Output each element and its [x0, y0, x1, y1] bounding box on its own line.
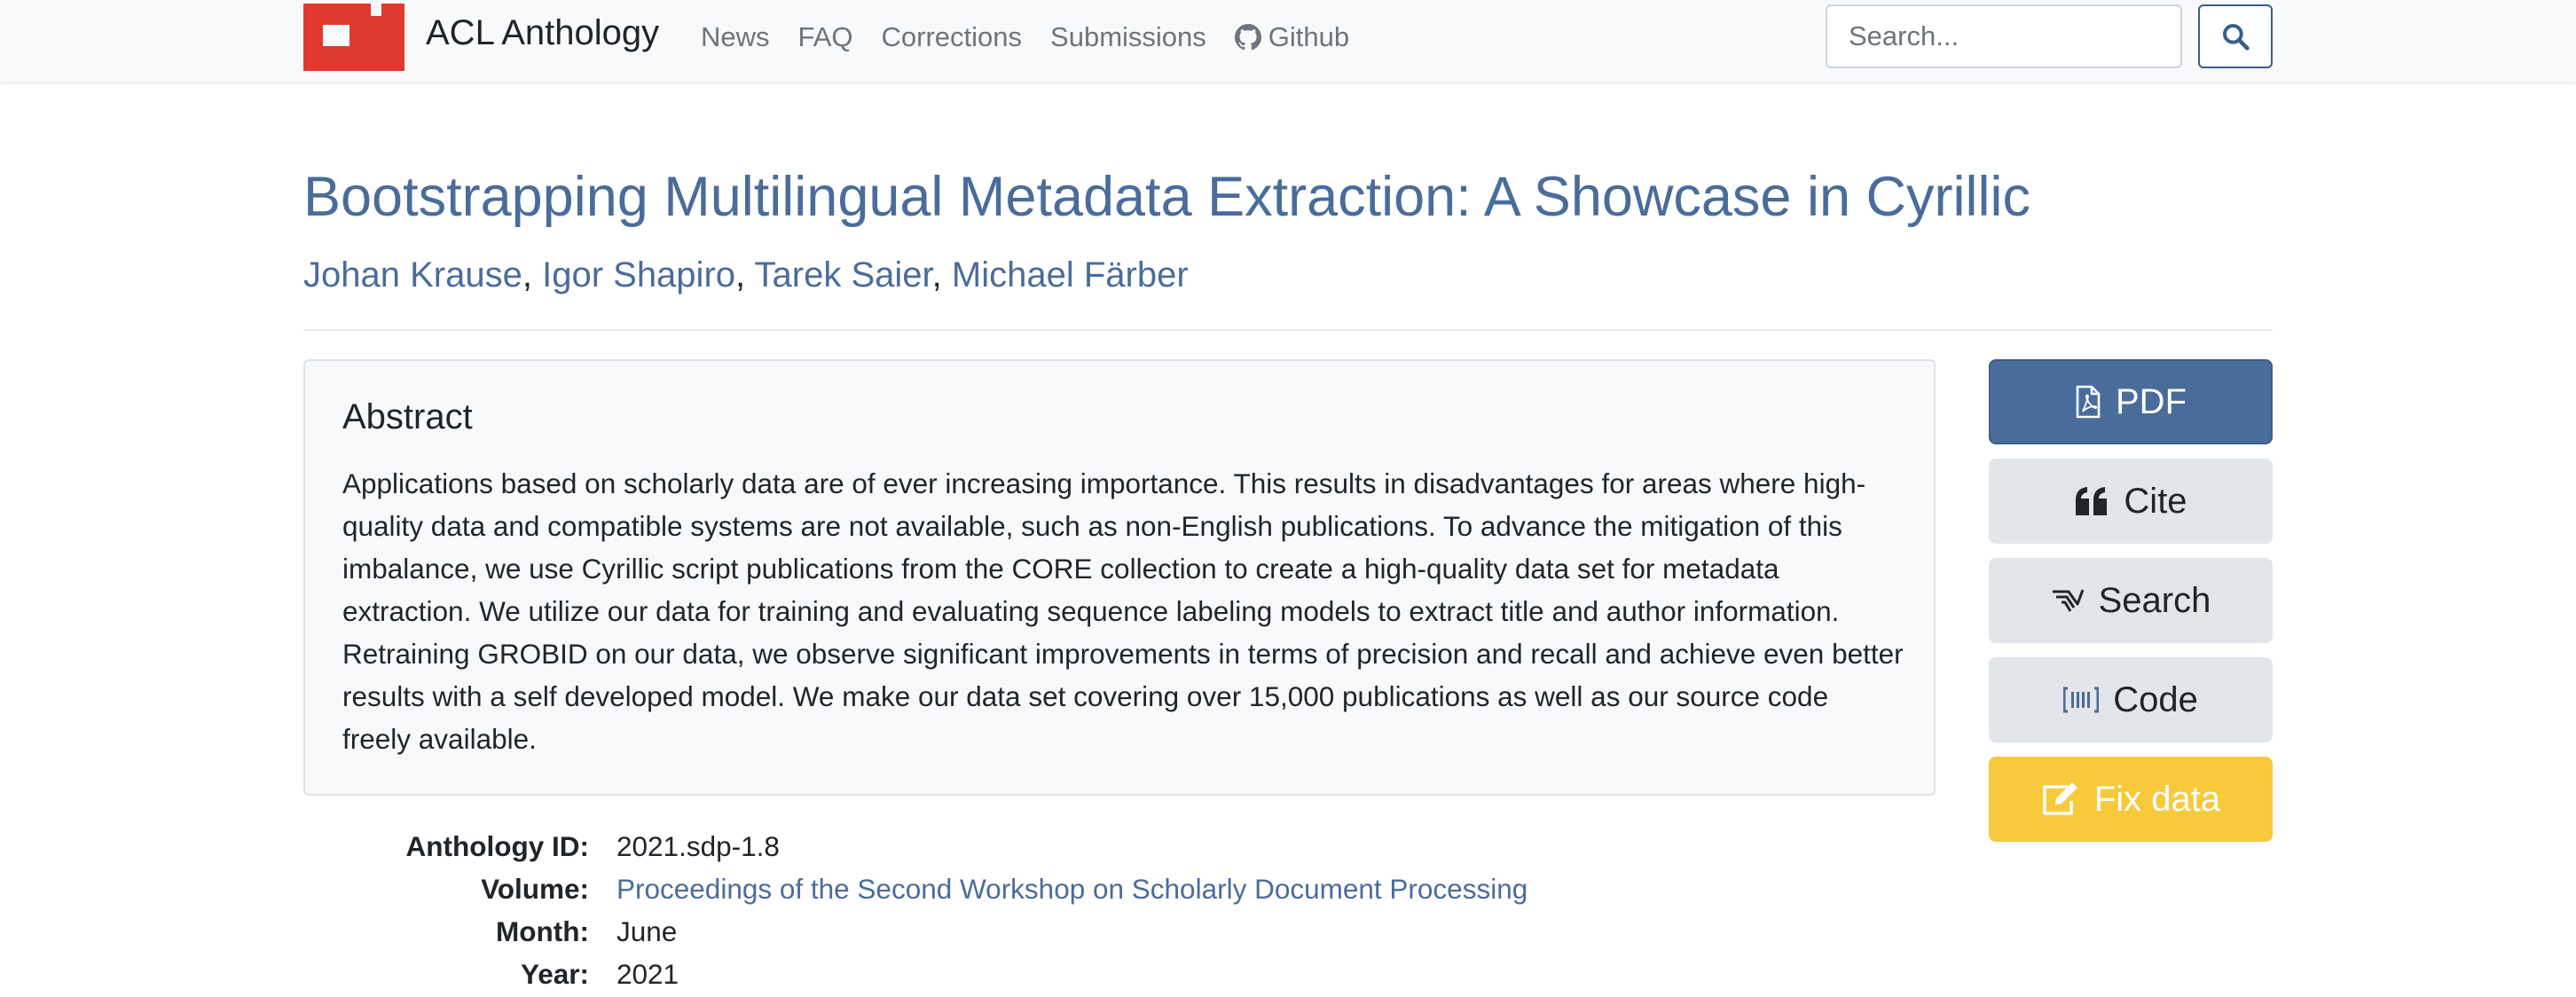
- search-input[interactable]: [1826, 4, 2182, 68]
- acl-logo-icon[interactable]: [303, 4, 404, 71]
- divider: [303, 329, 2273, 331]
- detail-value: June: [617, 915, 678, 947]
- edit-icon: [2043, 782, 2077, 815]
- detail-label: Anthology ID:: [405, 830, 589, 862]
- nav-faq[interactable]: FAQ: [798, 16, 853, 59]
- volume-link[interactable]: Proceedings of the Second Workshop on Sc…: [617, 867, 1528, 910]
- abstract-heading: Abstract: [342, 397, 473, 436]
- fix-data-button[interactable]: Fix data: [1989, 757, 2273, 842]
- detail-value: 2021.sdp-1.8: [617, 830, 780, 862]
- cite-button-label: Cite: [2124, 481, 2187, 521]
- detail-label: Year:: [520, 958, 589, 990]
- detail-row-volume: Volume: Proceedings of the Second Worksh…: [303, 867, 1900, 910]
- nav-github[interactable]: Github: [1234, 16, 1350, 59]
- papers-with-code-icon: [2063, 687, 2100, 713]
- semantic-search-button[interactable]: Search: [1989, 558, 2273, 643]
- github-icon: [1234, 24, 1261, 51]
- search-button-label: Search: [2098, 580, 2211, 620]
- search-button[interactable]: [2198, 4, 2273, 68]
- quote-left-icon: [2076, 487, 2108, 515]
- detail-row-anthology-id: Anthology ID: 2021.sdp-1.8: [303, 825, 1900, 867]
- nav-corrections[interactable]: Corrections: [882, 16, 1023, 59]
- magnifier-icon: [2223, 23, 2250, 51]
- cite-button[interactable]: Cite: [1989, 459, 2273, 544]
- detail-row-year: Year: 2021: [303, 953, 1900, 995]
- detail-label: Month:: [496, 915, 589, 947]
- code-button[interactable]: Code: [1989, 657, 2273, 742]
- abstract-card: Abstract Applications based on scholarly…: [303, 359, 1936, 796]
- fix-data-button-label: Fix data: [2093, 779, 2221, 819]
- author-link[interactable]: Michael Färber: [952, 255, 1189, 294]
- semantic-scholar-icon: [2052, 589, 2085, 612]
- nav-news[interactable]: News: [701, 16, 770, 59]
- author-list: Johan Krause, Igor Shapiro, Tarek Saier,…: [303, 255, 1189, 294]
- author-link[interactable]: Igor Shapiro: [542, 255, 735, 294]
- paper-title: Bootstrapping Multilingual Metadata Extr…: [303, 166, 2030, 228]
- top-navbar: ACL Anthology News FAQ Corrections Submi…: [0, 0, 2576, 82]
- brand-name[interactable]: ACL Anthology: [426, 11, 659, 55]
- nav-submissions[interactable]: Submissions: [1050, 16, 1206, 59]
- code-button-label: Code: [2113, 679, 2198, 719]
- abstract-text: Applications based on scholarly data are…: [342, 467, 1904, 755]
- file-pdf-icon: [2076, 385, 2101, 419]
- author-link[interactable]: Johan Krause: [303, 255, 522, 294]
- author-link[interactable]: Tarek Saier: [755, 255, 932, 294]
- detail-label: Volume:: [481, 873, 589, 905]
- detail-row-month: Month: June: [303, 910, 1900, 953]
- pdf-button[interactable]: PDF: [1989, 359, 2273, 444]
- pdf-button-label: PDF: [2116, 381, 2187, 421]
- detail-value: 2021: [617, 958, 679, 990]
- nav-github-label: Github: [1268, 21, 1350, 52]
- main-nav: News FAQ Corrections Submissions Github: [701, 16, 1378, 59]
